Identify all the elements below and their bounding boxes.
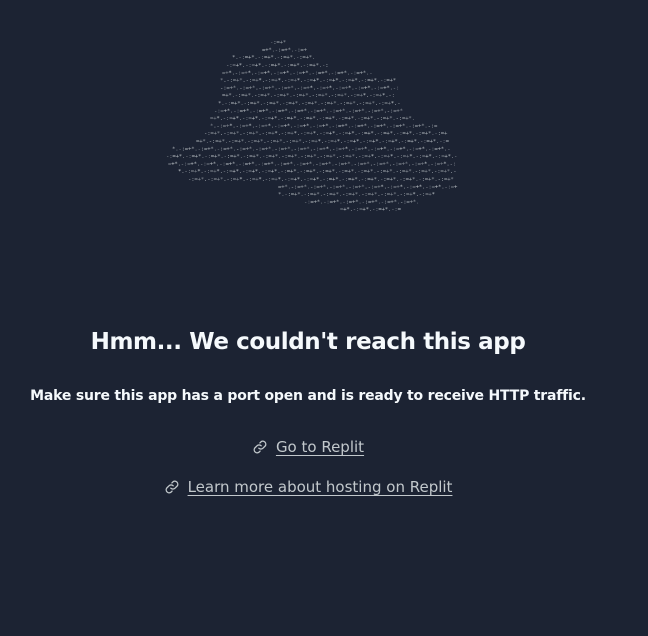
svg-text:.: . xyxy=(412,116,415,122)
svg-text:-: - xyxy=(447,146,450,152)
svg-text:+: + xyxy=(444,131,448,137)
svg-text:=: = xyxy=(446,139,450,145)
svg-text:+: + xyxy=(304,48,308,54)
svg-text:.: . xyxy=(416,200,419,206)
go-to-replit-label: Go to Replit xyxy=(275,438,365,456)
svg-text:+: + xyxy=(454,184,458,190)
svg-text:=: = xyxy=(398,207,402,213)
svg-text:=: = xyxy=(434,124,438,130)
learn-more-hosting-label: Learn more about hosting on Replit xyxy=(187,478,453,496)
learn-more-hosting-link[interactable]: Learn more about hosting on Replit xyxy=(164,478,453,496)
svg-text:*: * xyxy=(450,177,453,183)
error-page: -: = + * = + *. -: = + *. -: = + *. -: = + *. -: = + *. -: = + *. -… xyxy=(0,0,648,636)
svg-text:-: - xyxy=(397,101,400,107)
svg-text:-: - xyxy=(369,70,372,76)
go-to-replit-link[interactable]: Go to Replit xyxy=(252,438,364,456)
svg-text:*: * xyxy=(283,40,286,46)
svg-text:*: * xyxy=(400,108,403,114)
go-to-replit-row: Go to Replit xyxy=(0,438,616,459)
link-icon xyxy=(253,440,267,454)
link-icon xyxy=(165,480,178,494)
svg-text::: : xyxy=(392,93,395,99)
svg-text::: : xyxy=(453,162,456,168)
learn-more-row: Learn more about hosting on Replit xyxy=(0,478,616,499)
svg-text:-: - xyxy=(454,154,457,160)
svg-text:*: * xyxy=(432,192,435,198)
ascii-cloud-illustration: -: = + *= + *. -: = + *. -: = +*. -: = + *. -: = + *. -: = + *. -… xyxy=(166,40,458,213)
svg-text::: : xyxy=(325,63,328,69)
svg-text:*: * xyxy=(393,78,396,84)
svg-text:.: . xyxy=(312,55,315,61)
svg-text::: : xyxy=(396,86,399,92)
error-title: Hmm... We couldn't reach this app xyxy=(90,329,526,355)
error-message: Make sure this app has a port open and i… xyxy=(30,388,586,404)
svg-text:-: - xyxy=(453,169,456,175)
